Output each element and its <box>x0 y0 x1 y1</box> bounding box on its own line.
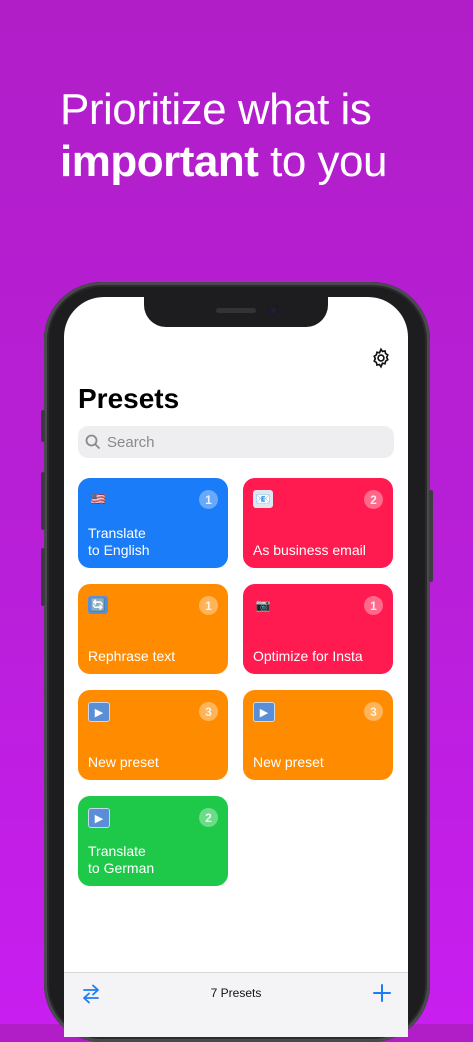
preset-count-badge: 2 <box>199 808 218 827</box>
phone-side-button <box>41 410 45 442</box>
page-title: Presets <box>78 383 180 414</box>
preset-label: Rephrase text <box>88 648 176 664</box>
search-input[interactable] <box>105 432 389 452</box>
add-icon[interactable] <box>372 983 392 1003</box>
preset-count-badge: 2 <box>364 490 383 509</box>
play-icon: ▶ <box>253 702 275 722</box>
preset-label: New preset <box>253 754 324 770</box>
app-screen: Presets 🇺🇸 1 Translate to English 📧 2 As busi… <box>64 297 408 1037</box>
search-icon <box>85 434 101 450</box>
preset-count-badge: 3 <box>199 702 218 721</box>
notch <box>144 297 328 327</box>
preset-card[interactable]: 🇺🇸 1 Translate to English <box>78 478 228 568</box>
headline: Prioritize what is important to you <box>60 84 460 188</box>
preset-label: Translate to English <box>88 525 150 558</box>
preset-count-badge: 1 <box>199 490 218 509</box>
preset-card[interactable]: 📷 1 Optimize for Insta <box>243 584 393 674</box>
preset-label: Optimize for Insta <box>253 648 363 664</box>
phone-volume-down <box>41 548 45 606</box>
preset-count-badge: 1 <box>199 596 218 615</box>
headline-line-2: important to you <box>60 136 460 188</box>
play-icon: ▶ <box>88 702 110 722</box>
speaker <box>216 308 256 313</box>
gear-icon[interactable] <box>370 347 392 369</box>
play-icon: ▶ <box>88 808 110 828</box>
preset-card[interactable]: 📧 2 As business email <box>243 478 393 568</box>
presets-count: 7 Presets <box>210 986 262 1000</box>
preset-label: New preset <box>88 754 159 770</box>
preset-count-badge: 3 <box>364 702 383 721</box>
refresh-icon: 🔄 <box>88 596 108 614</box>
headline-line-1: Prioritize what is <box>60 85 372 134</box>
preset-label: As business email <box>253 542 366 558</box>
headline-bold: important <box>60 137 259 186</box>
preset-card[interactable]: ▶ 2 Translate to German <box>78 796 228 886</box>
email-icon: 📧 <box>253 490 273 508</box>
preset-count-badge: 1 <box>364 596 383 615</box>
phone-volume-up <box>41 472 45 530</box>
bottom-toolbar: 7 Presets <box>64 972 408 1037</box>
preset-card[interactable]: ▶ 3 New preset <box>243 690 393 780</box>
preset-label: Translate to German <box>88 843 155 876</box>
camera-icon: 📷 <box>255 598 271 612</box>
headline-rest: to you <box>258 137 387 186</box>
search-bar[interactable] <box>78 426 394 458</box>
us-flag-icon: 🇺🇸 <box>90 492 106 506</box>
phone-power-button <box>429 490 433 582</box>
preset-card[interactable]: 🔄 1 Rephrase text <box>78 584 228 674</box>
preset-card[interactable]: ▶ 3 New preset <box>78 690 228 780</box>
front-camera <box>268 305 279 316</box>
